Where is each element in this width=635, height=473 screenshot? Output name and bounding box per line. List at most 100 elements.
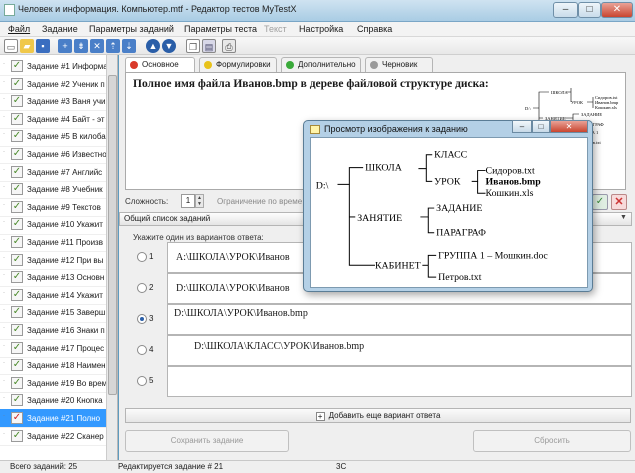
task-checkbox[interactable]: ✓ [11, 60, 23, 72]
sidebar-task-item[interactable]: · ✓ Задание #5 В килоба [0, 127, 106, 147]
task-checkbox[interactable]: ✓ [11, 95, 23, 108]
save-icon[interactable]: ▪ [36, 39, 50, 53]
move-down-icon[interactable]: ⇣ [122, 39, 136, 53]
answer-text-field[interactable]: D:\ШКОЛА\УРОК\Иванов.bmp [167, 304, 632, 335]
task-label: Задание #2 Ученик п [27, 79, 105, 89]
sidebar-task-item[interactable]: · ✓ Задание #9 Текстов [0, 198, 106, 218]
task-checkbox[interactable]: ✓ [11, 236, 23, 248]
tab-main[interactable]: Основное [125, 57, 195, 72]
title-bar[interactable]: Человек и информация. Компьютер.mtf - Ре… [0, 0, 635, 22]
sidebar-task-item[interactable]: · ✓ Задание #7 Английс [0, 163, 106, 182]
menu-task-params[interactable]: Параметры заданий [89, 24, 174, 34]
paste-icon[interactable]: ▤ [202, 39, 216, 53]
menu-test-params[interactable]: Параметры теста [184, 24, 257, 34]
task-checkbox[interactable]: ✓ [11, 288, 23, 301]
status-total: Всего заданий: 25 [10, 462, 78, 471]
task-checkbox[interactable]: ✓ [11, 148, 23, 160]
answer-radio[interactable] [137, 314, 147, 324]
dialog-maximize-button[interactable]: □ [532, 120, 550, 133]
copy-icon[interactable]: ❐ [186, 39, 200, 53]
sidebar-task-item[interactable]: · ✓ Задание #21 Полно [0, 409, 106, 429]
menu-file[interactable]: Файл [8, 24, 30, 34]
task-checkbox[interactable]: ✓ [11, 341, 23, 354]
red-dot-icon [130, 61, 138, 69]
menu-text[interactable]: Текст [264, 24, 287, 34]
task-list-scrollbar[interactable] [106, 55, 117, 460]
task-checkbox[interactable]: ✓ [11, 183, 23, 196]
add-task-icon[interactable]: + [58, 39, 72, 53]
move-up-icon[interactable]: ⇡ [106, 39, 120, 53]
dialog-close-button[interactable]: ✕ [550, 120, 588, 133]
apply-icon[interactable]: ✓ [592, 194, 608, 210]
task-checkbox[interactable]: ✓ [11, 112, 23, 125]
answer-radio[interactable] [137, 283, 147, 293]
task-checkbox[interactable]: ✓ [11, 376, 23, 389]
task-checkbox[interactable]: ✓ [11, 271, 23, 284]
answer-radio[interactable] [137, 376, 147, 386]
sidebar-task-item[interactable]: · ✓ Задание #14 Укажит [0, 286, 106, 306]
task-checkbox[interactable]: ✓ [11, 200, 23, 213]
sidebar-task-item[interactable]: · ✓ Задание #11 Произв [0, 233, 106, 253]
task-checkbox[interactable]: ✓ [11, 394, 23, 407]
reset-button[interactable]: Сбросить [473, 430, 631, 452]
task-checkbox[interactable]: ✓ [11, 165, 23, 178]
task-checkbox[interactable]: ✓ [11, 218, 23, 231]
menu-settings[interactable]: Настройка [299, 24, 343, 34]
sidebar-task-item[interactable]: · ✓ Задание #1 Информа [0, 57, 106, 77]
sidebar-task-item[interactable]: · ✓ Задание #2 Ученик п [0, 75, 106, 94]
sidebar-task-item[interactable]: · ✓ Задание #12 При вы [0, 251, 106, 270]
sidebar-task-item[interactable]: · ✓ Задание #19 Во врем [0, 374, 106, 394]
task-label: Задание #10 Укажит [27, 220, 103, 230]
sidebar-task-item[interactable]: · ✓ Задание #10 Укажит [0, 215, 106, 235]
add-task-after-icon[interactable]: ⇟ [74, 39, 88, 53]
delete-task-icon[interactable]: ✕ [90, 39, 104, 53]
task-checkbox[interactable]: ✓ [11, 306, 23, 319]
sidebar-task-item[interactable]: · ✓ Задание #4 Байт - эт [0, 110, 106, 130]
delete-icon[interactable]: ✕ [611, 194, 627, 210]
tab-formulations[interactable]: Формулировки [199, 57, 277, 72]
add-answer-button[interactable]: + Добавить еще вариант ответа [125, 408, 631, 423]
nav-up-icon[interactable]: ▲ [146, 39, 160, 53]
minimize-button[interactable]: – [553, 2, 578, 18]
difficulty-input[interactable]: 1 [181, 194, 195, 208]
tab-draft[interactable]: Черновик [365, 57, 433, 72]
task-checkbox[interactable]: ✓ [11, 130, 23, 143]
sidebar-task-item[interactable]: · ✓ Задание #3 Ваня учи [0, 92, 106, 112]
task-checkbox[interactable]: ✓ [11, 412, 23, 424]
sidebar-task-item[interactable]: · ✓ Задание #8 Учебник [0, 180, 106, 200]
sidebar-task-item[interactable]: · ✓ Задание #15 Заверш [0, 303, 106, 323]
chevron-down-icon[interactable]: ▼ [620, 214, 627, 221]
task-checkbox[interactable]: ✓ [11, 429, 23, 442]
difficulty-spinner[interactable]: ▲ ▼ [195, 194, 204, 208]
answer-text-field[interactable] [167, 366, 632, 397]
task-label: Задание #16 Знаки п [27, 326, 105, 335]
sidebar-task-item[interactable]: · ✓ Задание #18 Наимен [0, 356, 106, 376]
answer-text-field[interactable]: D:\ШКОЛА\КЛАСС\УРОК\Иванов.bmp [167, 335, 632, 366]
menu-help[interactable]: Справка [357, 24, 392, 34]
maximize-button[interactable]: □ [578, 2, 601, 18]
scrollbar-thumb[interactable] [108, 75, 117, 395]
tab-additional[interactable]: Дополнительно [281, 57, 361, 72]
sidebar-task-item[interactable]: · ✓ Задание #17 Процес [0, 339, 106, 358]
sidebar-task-item[interactable]: · ✓ Задание #22 Сканер [0, 427, 106, 446]
image-preview-dialog[interactable]: Просмотр изображения к заданию – □ ✕ D:\… [303, 120, 593, 292]
sidebar-task-item[interactable]: · ✓ Задание #20 Кнопка [0, 391, 106, 411]
print-icon[interactable]: ⎙ [222, 39, 236, 53]
task-checkbox[interactable]: ✓ [11, 253, 23, 266]
close-button[interactable]: ✕ [601, 2, 633, 18]
tree-node: Кошкин.xls [486, 188, 534, 199]
new-file-icon[interactable]: ▭ [4, 39, 18, 53]
sidebar-task-item[interactable]: · ✓ Задание #13 Основн [0, 268, 106, 288]
task-checkbox[interactable]: ✓ [11, 324, 23, 336]
dialog-minimize-button[interactable]: – [512, 120, 532, 133]
answer-radio[interactable] [137, 252, 147, 262]
save-task-button[interactable]: Сохранить задание [125, 430, 289, 452]
task-checkbox[interactable]: ✓ [11, 77, 23, 90]
sidebar-task-item[interactable]: · ✓ Задание #16 Знаки п [0, 321, 106, 341]
answer-radio[interactable] [137, 345, 147, 355]
sidebar-task-item[interactable]: · ✓ Задание #6 Известно [0, 145, 106, 165]
menu-task[interactable]: Задание [42, 24, 78, 34]
open-folder-icon[interactable]: ▰ [20, 39, 34, 53]
task-checkbox[interactable]: ✓ [11, 359, 23, 372]
nav-down-icon[interactable]: ▼ [162, 39, 176, 53]
